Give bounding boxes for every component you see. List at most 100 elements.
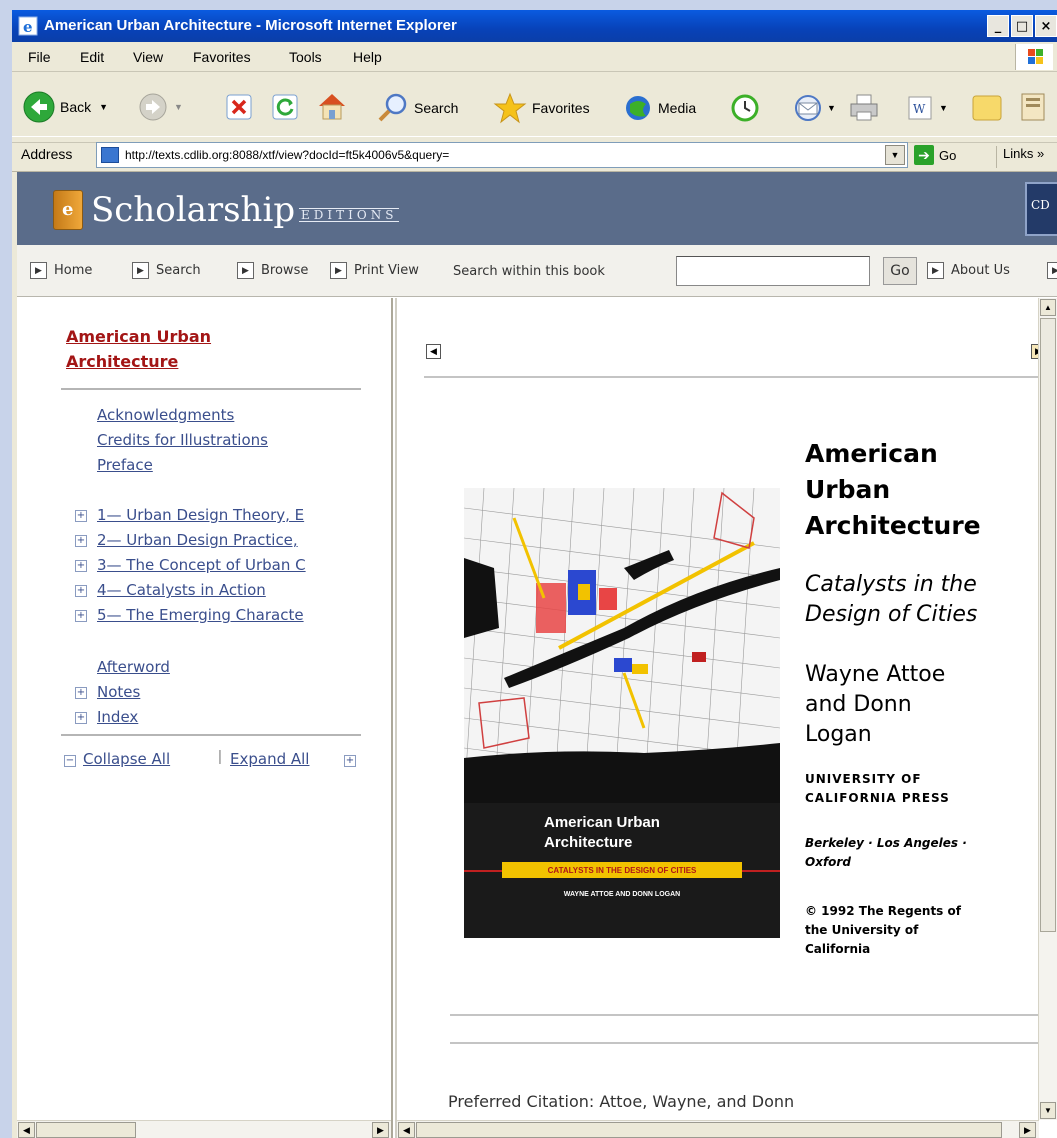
expand-plus-icon[interactable]: + bbox=[75, 585, 87, 597]
toc-title-line: American Urban bbox=[66, 327, 212, 346]
divider bbox=[424, 376, 1057, 378]
content-vertical-scrollbar[interactable]: ▲ ▼ bbox=[1038, 298, 1057, 1120]
nav-home-label: Home bbox=[54, 263, 93, 278]
title-bar: e American Urban Architecture - Microsof… bbox=[12, 10, 1057, 42]
windows-logo-icon bbox=[1015, 44, 1053, 70]
site-banner: e Scholarship EDITIONS CD bbox=[17, 172, 1057, 245]
menu-tools[interactable]: Tools bbox=[289, 49, 322, 65]
toc-credits[interactable]: Credits for Illustrations bbox=[97, 431, 268, 449]
address-dropdown-icon[interactable]: ▼ bbox=[885, 145, 905, 165]
expand-plus-icon[interactable]: + bbox=[75, 510, 87, 522]
scroll-left-icon[interactable]: ◀ bbox=[18, 1122, 35, 1138]
close-button[interactable]: × bbox=[1035, 15, 1057, 37]
home-icon[interactable] bbox=[315, 90, 349, 122]
menu-help[interactable]: Help bbox=[353, 49, 382, 65]
address-input[interactable]: http://texts.cdlib.org:8088/xtf/view?doc… bbox=[96, 142, 908, 168]
scroll-thumb[interactable] bbox=[416, 1122, 1002, 1138]
address-go-button[interactable]: ➔ Go bbox=[914, 145, 956, 165]
preferred-citation: Preferred Citation: Attoe, Wayne, and Do… bbox=[448, 1092, 795, 1111]
refresh-icon[interactable] bbox=[271, 93, 299, 121]
toc-horizontal-scrollbar[interactable]: ◀ ▶ bbox=[17, 1120, 391, 1138]
maximize-button[interactable]: □ bbox=[1011, 15, 1033, 37]
nav-about[interactable]: ▶ About Us bbox=[927, 262, 1010, 279]
nav-more[interactable]: ▶ bbox=[1047, 262, 1057, 279]
stop-icon[interactable] bbox=[225, 93, 253, 121]
scroll-thumb[interactable] bbox=[36, 1122, 136, 1138]
folder-icon[interactable] bbox=[970, 92, 1004, 124]
divider bbox=[61, 734, 361, 736]
expand-plus-icon[interactable]: + bbox=[75, 610, 87, 622]
toc-chapter[interactable]: 2— Urban Design Practice, bbox=[97, 531, 298, 549]
arrow-box-icon: ▶ bbox=[1047, 262, 1057, 279]
scroll-left-icon[interactable]: ◀ bbox=[398, 1122, 415, 1138]
cdl-logo[interactable]: CD bbox=[1025, 182, 1057, 236]
nav-home[interactable]: ▶ Home bbox=[30, 262, 92, 279]
menu-edit[interactable]: Edit bbox=[80, 49, 104, 65]
nav-print-view[interactable]: ▶ Print View bbox=[330, 262, 419, 279]
expand-plus-icon[interactable]: + bbox=[344, 755, 356, 767]
city-map-illustration bbox=[464, 488, 780, 803]
arrow-box-icon: ▶ bbox=[330, 262, 347, 279]
expand-plus-icon[interactable]: + bbox=[75, 535, 87, 547]
expand-all-link[interactable]: Expand All bbox=[230, 750, 309, 768]
content-horizontal-scrollbar[interactable]: ◀ ▶ bbox=[397, 1120, 1039, 1138]
menu-favorites[interactable]: Favorites bbox=[193, 49, 251, 65]
toc-acknowledgments[interactable]: Acknowledgments bbox=[97, 406, 234, 424]
site-brand: Scholarship bbox=[91, 190, 296, 230]
search-within-input[interactable] bbox=[676, 256, 870, 286]
toc-chapter[interactable]: 1— Urban Design Theory, E bbox=[97, 506, 304, 524]
nav-about-label: About Us bbox=[951, 263, 1010, 278]
collapse-all-link[interactable]: Collapse All bbox=[83, 750, 170, 768]
search-within-label: Search within this book bbox=[453, 264, 605, 279]
back-button[interactable]: Back ▼ bbox=[22, 90, 108, 124]
scroll-thumb[interactable] bbox=[1040, 318, 1056, 932]
previous-page-icon[interactable]: ◀ bbox=[426, 344, 441, 359]
expand-plus-icon[interactable]: + bbox=[75, 560, 87, 572]
links-toolbar[interactable]: Links » bbox=[996, 146, 1044, 168]
scroll-right-icon[interactable]: ▶ bbox=[372, 1122, 389, 1138]
go-arrow-icon: ➔ bbox=[914, 145, 934, 165]
expand-plus-icon[interactable]: + bbox=[75, 712, 87, 724]
arrow-box-icon: ▶ bbox=[132, 262, 149, 279]
toc-chapter[interactable]: 5— The Emerging Characte bbox=[97, 606, 304, 624]
divider bbox=[61, 388, 361, 390]
toc-afterword[interactable]: Afterword bbox=[97, 658, 170, 676]
nav-print-view-label: Print View bbox=[354, 263, 419, 278]
scroll-down-icon[interactable]: ▼ bbox=[1040, 1102, 1056, 1119]
menu-view[interactable]: View bbox=[133, 49, 163, 65]
messenger-icon[interactable] bbox=[1016, 90, 1050, 124]
scholarship-book-logo: e bbox=[53, 190, 83, 230]
collapse-minus-icon[interactable]: − bbox=[64, 755, 76, 767]
media-label: Media bbox=[658, 100, 697, 116]
toc-preface[interactable]: Preface bbox=[97, 456, 153, 474]
site-editions: EDITIONS bbox=[299, 208, 400, 222]
history-icon[interactable] bbox=[730, 93, 760, 123]
window-title: American Urban Architecture - Microsoft … bbox=[44, 17, 457, 34]
book-cities: Berkeley · Los Angeles · Oxford bbox=[805, 836, 967, 869]
edit-button[interactable]: W ▼ bbox=[907, 95, 948, 121]
minimize-button[interactable]: _ bbox=[987, 15, 1009, 37]
book-cover-image: American Urban Architecture CATALYSTS IN… bbox=[464, 488, 780, 938]
toc-chapter[interactable]: 3— The Concept of Urban C bbox=[97, 556, 306, 574]
site-nav: ▶ Home ▶ Search ▶ Browse ▶ Print View Se… bbox=[17, 245, 1057, 297]
print-icon[interactable] bbox=[848, 92, 880, 122]
toc-index[interactable]: Index bbox=[97, 708, 138, 726]
nav-search[interactable]: ▶ Search bbox=[132, 262, 201, 279]
scroll-right-icon[interactable]: ▶ bbox=[1019, 1122, 1036, 1138]
menu-file[interactable]: File bbox=[28, 49, 51, 65]
cover-subtitle-strip: CATALYSTS IN THE DESIGN OF CITIES bbox=[502, 862, 742, 878]
search-go-button[interactable]: Go bbox=[883, 257, 917, 285]
nav-browse[interactable]: ▶ Browse bbox=[237, 262, 308, 279]
toc-book-title[interactable]: American Urban Architecture bbox=[66, 324, 326, 374]
mail-icon bbox=[795, 95, 821, 121]
scroll-up-icon[interactable]: ▲ bbox=[1040, 299, 1056, 316]
toc-chapter[interactable]: 4— Catalysts in Action bbox=[97, 581, 266, 599]
forward-button[interactable]: ▼ bbox=[138, 92, 183, 122]
media-button[interactable]: Media bbox=[624, 94, 696, 122]
favorites-button[interactable]: Favorites bbox=[492, 92, 590, 124]
search-button[interactable]: Search bbox=[376, 92, 458, 124]
mail-button[interactable]: ▼ bbox=[792, 94, 836, 122]
expand-plus-icon[interactable]: + bbox=[75, 687, 87, 699]
toc-notes[interactable]: Notes bbox=[97, 683, 140, 701]
link-separator: | bbox=[218, 748, 222, 765]
